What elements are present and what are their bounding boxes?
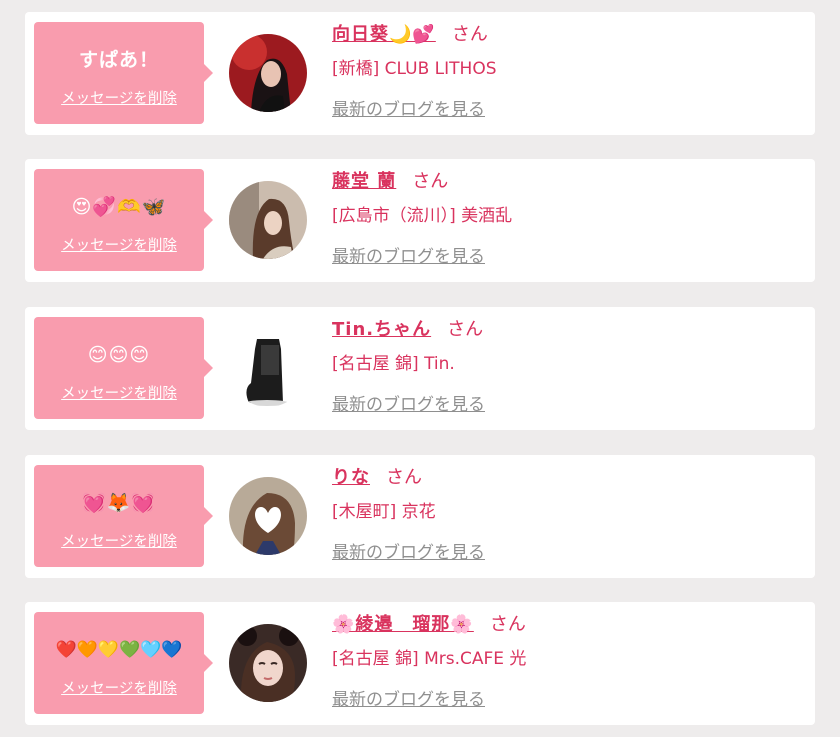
shop-info: [新橋] CLUB LITHOS (332, 59, 497, 79)
message-card: 😊😊😊 メッセージを削除 Tin.ちゃん さん [名古屋 錦] Tin. 最新のブ… (25, 307, 815, 430)
message-bubble: ❤️🧡💛💚🩵💙 メッセージを削除 (34, 612, 213, 714)
message-text: ❤️🧡💛💚🩵💙 (55, 640, 183, 660)
blog-link[interactable]: 最新のブログを見る (332, 541, 485, 565)
blog-link[interactable]: 最新のブログを見る (332, 393, 485, 417)
message-card: 😍💞🫶🦋 メッセージを削除 藤堂 蘭さん [広島市（流川）] 美酒乱 最新のブロ… (25, 159, 815, 282)
message-card: 💓🦊💓 メッセージを削除 りな さん [木屋町] 京花 最新のブログを見る (25, 455, 815, 578)
delete-message-link[interactable]: メッセージを削除 (34, 237, 204, 255)
message-card: すぱあ！ メッセージを削除 向日葵🌙💕 さん [新橋] CLUB LITHOS 最… (25, 12, 815, 135)
message-text: すぱあ！ (78, 49, 159, 71)
honorific: さん (451, 24, 488, 45)
message-bubble: 💓🦊💓 メッセージを削除 (34, 465, 213, 567)
avatar[interactable] (229, 329, 307, 407)
avatar[interactable] (229, 181, 307, 259)
message-list: すぱあ！ メッセージを削除 向日葵🌙💕 さん [新橋] CLUB LITHOS 最… (0, 0, 840, 737)
sender-name-link[interactable]: 🌸綾邉 瑠那🌸 (332, 614, 474, 635)
avatar[interactable] (229, 624, 307, 702)
sender-name-link[interactable]: 向日葵🌙💕 (332, 24, 436, 45)
delete-message-link[interactable]: メッセージを削除 (34, 533, 204, 551)
honorific: さん (489, 614, 526, 635)
avatar[interactable] (229, 34, 307, 112)
delete-message-link[interactable]: メッセージを削除 (34, 385, 204, 403)
blog-link[interactable]: 最新のブログを見る (332, 688, 485, 712)
blog-link[interactable]: 最新のブログを見る (332, 245, 485, 269)
message-text: 😍💞🫶🦋 (71, 196, 167, 218)
shop-info: [木屋町] 京花 (332, 502, 436, 522)
honorific: さん (412, 171, 449, 192)
honorific: さん (386, 467, 422, 488)
honorific: さん (447, 319, 484, 340)
blog-link[interactable]: 最新のブログを見る (332, 98, 485, 122)
delete-message-link[interactable]: メッセージを削除 (34, 90, 204, 108)
message-bubble: 😍💞🫶🦋 メッセージを削除 (34, 169, 213, 271)
message-card: ❤️🧡💛💚🩵💙 メッセージを削除 🌸綾邉 瑠那🌸 さん [名古屋 錦] Mrs.C… (25, 602, 815, 725)
delete-message-link[interactable]: メッセージを削除 (34, 680, 204, 698)
sender-name-link[interactable]: りな (332, 467, 370, 488)
message-bubble: 😊😊😊 メッセージを削除 (34, 317, 213, 419)
avatar[interactable] (229, 477, 307, 555)
message-bubble: すぱあ！ メッセージを削除 (34, 22, 213, 124)
shop-info: [名古屋 錦] Tin. (332, 354, 455, 374)
message-text: 😊😊😊 (87, 344, 151, 366)
sender-name-link[interactable]: Tin.ちゃん (332, 319, 431, 340)
sender-name-link[interactable]: 藤堂 蘭 (332, 171, 396, 192)
shop-info: [名古屋 錦] Mrs.CAFE 光 (332, 649, 527, 669)
message-text: 💓🦊💓 (82, 492, 156, 514)
shop-info: [広島市（流川）] 美酒乱 (332, 206, 513, 226)
